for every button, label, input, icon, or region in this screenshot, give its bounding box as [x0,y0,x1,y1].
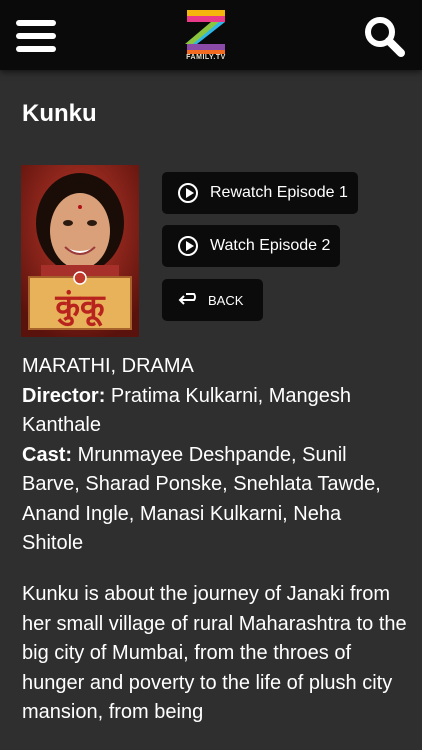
director-line: Director: Pratima Kulkarni, Mangesh Kant… [22,382,402,441]
play-circle-icon [178,236,198,256]
rewatch-episode-button[interactable]: Rewatch Episode 1 [162,172,358,214]
top-bar: FAMILY.TV [0,0,422,70]
watch-episode-button[interactable]: Watch Episode 2 [162,225,340,267]
zee-logo[interactable]: FAMILY.TV [181,6,231,66]
poster-caption: कुंकू [54,287,106,327]
poster-image: कुंकू [21,165,139,337]
cast-line: Cast: Mrunmayee Deshpande, Sunil Barve, … [22,441,402,559]
hamburger-menu-icon[interactable] [14,18,58,54]
genres: MARATHI, DRAMA [22,355,194,377]
back-arrow-icon [178,293,196,305]
watch-episode-label: Watch Episode 2 [210,237,331,254]
cast-label: Cast: [22,443,73,466]
rewatch-episode-label: Rewatch Episode 1 [210,184,348,201]
back-button[interactable]: BACK [162,279,263,321]
show-poster: कुंकू [21,165,139,337]
logo-text: FAMILY.TV [186,54,226,61]
zee-logo-icon [185,10,225,54]
synopsis: Kunku is about the journey of Janaki fro… [22,583,407,723]
page-title: Kunku [22,100,97,127]
back-label: BACK [208,292,244,308]
play-circle-icon [178,183,198,203]
search-icon[interactable] [362,14,406,58]
cast-value: Mrunmayee Deshpande, Sunil Barve, Sharad… [22,443,381,555]
show-details: MARATHI, DRAMA Director: Pratima Kulkarn… [22,352,402,559]
director-label: Director: [22,384,106,407]
